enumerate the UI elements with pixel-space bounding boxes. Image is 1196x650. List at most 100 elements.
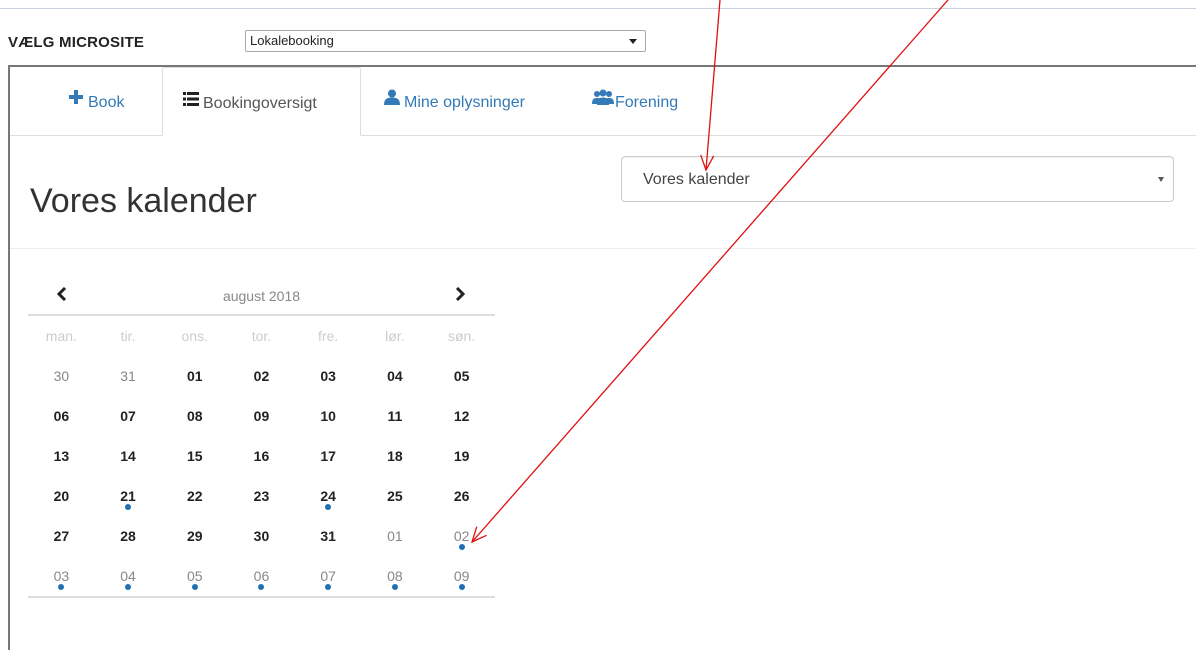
event-dot: [325, 504, 332, 510]
calendar-select-value: Vores kalender: [643, 171, 750, 188]
weekday-label: fre.: [318, 328, 339, 344]
tab-mine-oplysninger[interactable]: Mine oplysninger: [384, 67, 525, 135]
calendar-day[interactable]: 10: [295, 396, 362, 436]
calendar-day[interactable]: 07: [295, 556, 362, 596]
weekday-label: tir.: [120, 328, 136, 344]
calendar-day-number: 30: [253, 528, 270, 544]
calendar-day[interactable]: 23: [228, 476, 295, 516]
calendar-day[interactable]: 09: [428, 556, 495, 596]
calendar-day[interactable]: 01: [161, 356, 228, 396]
calendar-day-number: 05: [453, 368, 470, 384]
top-border: [0, 8, 1196, 9]
calendar-day-number: 07: [120, 408, 136, 424]
tab-forening[interactable]: Forening: [592, 67, 678, 135]
chevron-down-icon: [629, 39, 637, 44]
calendar-day-number: 03: [320, 368, 336, 384]
calendar-day-number: 16: [253, 448, 270, 464]
calendar-day-number: 22: [186, 488, 203, 504]
calendar-day[interactable]: 30: [228, 516, 295, 556]
calendar-day[interactable]: 03: [295, 356, 362, 396]
calendar-day[interactable]: 19: [428, 436, 495, 476]
plus-icon: [68, 65, 84, 137]
calendar-week-row: 30 31 01 02 03 04 05: [28, 356, 495, 396]
calendar-day[interactable]: 16: [228, 436, 295, 476]
calendar-day-number: 26: [453, 488, 470, 504]
calendar-day[interactable]: 04: [362, 356, 429, 396]
mini-calendar: august 2018 man. tir. ons. tor. fre. lør. søn.…: [28, 278, 495, 598]
calendar-day[interactable]: 13: [28, 436, 95, 476]
calendar-day[interactable]: 05: [428, 356, 495, 396]
microsite-select[interactable]: Lokalebooking: [245, 30, 646, 52]
tab-book[interactable]: Book: [68, 67, 124, 135]
calendar-day[interactable]: 07: [95, 396, 162, 436]
page-title: Vores kalender: [30, 182, 257, 220]
calendar-day-number: 28: [120, 528, 136, 544]
calendar-day[interactable]: 06: [228, 556, 295, 596]
weekday-row: man. tir. ons. tor. fre. lør. søn.: [28, 316, 495, 356]
calendar-day[interactable]: 18: [362, 436, 429, 476]
calendar-day-number: 21: [120, 488, 136, 510]
calendar-day-number: 27: [53, 528, 70, 544]
calendar-day-number: 09: [253, 408, 270, 424]
calendar-day[interactable]: 04: [95, 556, 162, 596]
user-icon: [384, 65, 400, 137]
calendar-day[interactable]: 17: [295, 436, 362, 476]
calendar-day[interactable]: 11: [362, 396, 429, 436]
calendar-day-number: 09: [454, 568, 469, 590]
tab-bookingoversigt[interactable]: Bookingoversigt: [162, 67, 361, 136]
calendar-day-number: 31: [120, 368, 136, 384]
calendar-day[interactable]: 31: [295, 516, 362, 556]
calendar-day-number: 17: [320, 448, 336, 464]
calendar-day[interactable]: 26: [428, 476, 495, 516]
calendar-header: august 2018: [28, 278, 495, 316]
calendar-week-row: 20 21 22 23 24 25 26: [28, 476, 495, 516]
calendar-day[interactable]: 14: [95, 436, 162, 476]
calendar-day[interactable]: 05: [161, 556, 228, 596]
calendar-day-number: 24: [320, 488, 336, 510]
calendar-day[interactable]: 15: [161, 436, 228, 476]
calendar-grid: man. tir. ons. tor. fre. lør. søn. 30 31 01 02 03 0…: [28, 316, 495, 596]
weekday-label: lør.: [385, 328, 405, 344]
calendar-day[interactable]: 25: [362, 476, 429, 516]
calendar-day[interactable]: 24: [295, 476, 362, 516]
calendar-day[interactable]: 08: [161, 396, 228, 436]
tab-forening-label: Forening: [615, 94, 679, 112]
calendar-day-number: 13: [53, 448, 70, 464]
calendar-day[interactable]: 01: [362, 516, 429, 556]
next-month-button[interactable]: [448, 284, 472, 307]
calendar-day[interactable]: 20: [28, 476, 95, 516]
calendar-day[interactable]: 02: [228, 356, 295, 396]
calendar-day[interactable]: 29: [161, 516, 228, 556]
microsite-select-value: Lokalebooking: [250, 33, 334, 48]
event-dot: [325, 584, 332, 590]
calendar-day-number: 08: [387, 568, 403, 590]
calendar-month-title[interactable]: august 2018: [28, 288, 495, 304]
calendar-day-number: 02: [454, 528, 469, 550]
calendar-day[interactable]: 27: [28, 516, 95, 556]
calendar-day-number: 03: [54, 568, 69, 590]
calendar-day[interactable]: 06: [28, 396, 95, 436]
calendar-select[interactable]: Vores kalender: [621, 156, 1174, 202]
calendar-day[interactable]: 09: [228, 396, 295, 436]
calendar-day-number: 30: [53, 368, 70, 384]
calendar-day-number: 23: [253, 488, 270, 504]
calendar-day-number: 14: [120, 448, 136, 464]
calendar-day[interactable]: 22: [161, 476, 228, 516]
calendar-day[interactable]: 12: [428, 396, 495, 436]
calendar-week-row: 03 04 05 06 07 08 09: [28, 556, 495, 596]
calendar-day[interactable]: 30: [28, 356, 95, 396]
calendar-day-number: 25: [387, 488, 403, 504]
section-divider: [10, 248, 1196, 249]
calendar-day-number: 15: [186, 448, 203, 464]
calendar-week-row: 13 14 15 16 17 18 19: [28, 436, 495, 476]
calendar-day[interactable]: 03: [28, 556, 95, 596]
calendar-day[interactable]: 31: [95, 356, 162, 396]
calendar-day[interactable]: 21: [95, 476, 162, 516]
calendar-day-number: 07: [320, 568, 336, 590]
calendar-day[interactable]: 08: [362, 556, 429, 596]
calendar-day-number: 31: [320, 528, 336, 544]
calendar-day[interactable]: 28: [95, 516, 162, 556]
calendar-day[interactable]: 02: [428, 516, 495, 556]
event-dot: [191, 584, 198, 590]
weekday-label: ons.: [181, 328, 208, 344]
